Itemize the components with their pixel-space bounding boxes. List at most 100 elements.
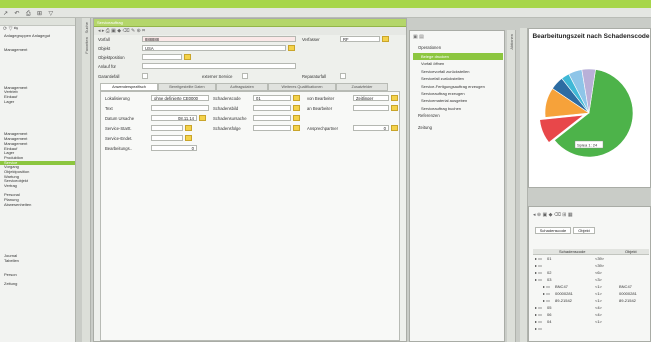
expand-toggle-icon[interactable]: ▸ ▭ [543,291,550,297]
filter-schadenscode-button[interactable]: Schadenscode [535,227,571,234]
von-bearbeiter-lookup-button[interactable] [391,95,398,101]
row-count: <6> [595,270,602,275]
vorfall-field[interactable]: 888888 [142,36,296,42]
anlauf-field[interactable] [142,63,296,69]
reparaturfall-checkbox[interactable] [340,73,346,79]
service-ende-field[interactable] [151,135,183,141]
table-row[interactable]: ▸ ▭ 00000281 <1> 00000281 [533,291,649,297]
expand-toggle-icon[interactable]: ▸ ▭ [535,256,542,262]
table-row[interactable]: ▸ ▭ 05 <4> [533,305,649,311]
operation-item[interactable]: Servicematerial ausgeben [413,97,503,104]
schadensursache-field[interactable] [253,115,291,121]
expand-toggle-icon[interactable]: ▸ ▭ [535,277,542,283]
grid-icon[interactable]: ⊞ [37,10,42,17]
verfasser-field[interactable]: RF [340,36,380,42]
objekt-label: Objekt [98,46,111,51]
expand-toggle-icon[interactable]: ▸ ▭ [535,326,542,332]
objekt-lookup-button[interactable] [288,45,295,51]
zeitung-header[interactable]: Zeitung [413,125,432,130]
schadensfolge-field[interactable] [253,125,291,131]
schadenscode-field[interactable]: 01 [253,95,291,101]
schadensfolge-lookup-button[interactable] [293,125,300,131]
ansprechpartner-lookup-button[interactable] [391,125,398,131]
vorfall-label: Vorfall [98,37,110,42]
von-bearbeiter-label: von Bearbeiter [307,96,335,101]
navigation-tools[interactable]: ⟳ ▽ ⇆ [0,26,75,34]
operation-item[interactable]: Vorfall öffnen [413,60,503,67]
table-row[interactable]: ▸ ▭ <39> [533,263,649,269]
undo-icon[interactable]: ↶ [14,10,19,17]
verfasser-label: Verfasser [302,37,320,42]
expand-toggle-icon[interactable]: ▸ ▭ [535,270,542,276]
operation-item[interactable]: Servicefall zurückstellen [413,75,503,82]
operation-item[interactable]: Belege drucken [413,53,503,60]
objektposition-field[interactable] [142,54,182,60]
column-header-schadenscode[interactable]: Schadenscode [559,249,585,255]
tab-auftragsdaten[interactable]: Auftragsdaten [216,83,268,91]
filter-icon[interactable]: ▽ [48,10,53,17]
expand-toggle-icon[interactable]: ▸ ▭ [535,305,542,311]
tab-anwenderspezifisch[interactable]: Anwenderspezifisch [100,83,158,91]
operations-panel-toolbar[interactable]: ▣ ▤ [413,34,424,40]
schadensbild-lookup-button[interactable] [293,105,300,111]
text-field[interactable] [151,105,209,111]
lokalisierung-field[interactable]: ohne definierte CE0000 [151,95,209,101]
table-row[interactable]: ▸ ▭ BNC47 <1> BNC47 [533,284,649,290]
window-toolbar[interactable]: ◂ ▸ ⎙ ▣ ◆ ⌫ ✎ ⊕ ⌗ [94,27,406,35]
expand-toggle-icon[interactable]: ▸ ▭ [543,298,550,304]
expand-toggle-icon[interactable]: ▸ ▭ [535,263,542,269]
operation-item[interactable]: Serviceauftrag erzeugen [413,90,503,97]
navigation-item[interactable]: Zeitung [0,282,75,287]
operation-item[interactable]: Service-Fertigungsauftrag erzeugen [413,83,503,90]
schadensbild-field[interactable] [253,105,291,111]
table-row[interactable]: ▸ ▭ [533,326,649,332]
filter-objekt-button[interactable]: Objekt [573,227,595,234]
table-row[interactable]: ▸ ▭ 89-21542 <1> 89-21542 [533,298,649,304]
row-name: 89-21542 [555,298,572,303]
table-row[interactable]: ▸ ▭ 06 <4> [533,312,649,318]
vertical-tab-favorites[interactable]: Favoriten [84,37,89,54]
service-ende-picker-button[interactable] [185,135,192,141]
tab-weiteres-qualifikationen[interactable]: Weiteres Qualifikationen [268,83,336,91]
pie-chart: Spiea 1: 24 [539,68,634,158]
row-count: <1> [595,298,602,303]
objekt-field[interactable]: USA [142,45,286,51]
arrow-icon[interactable]: ↗ [3,10,8,17]
tab-bereitgestellte-daten[interactable]: Bereitgestellte Daten [158,83,216,91]
tab-zusatzfelder[interactable]: Zusatzfelder [336,83,388,91]
table-row[interactable]: ▸ ▭ 03 <3> [533,277,649,283]
table-row[interactable]: ▸ ▭ 01 <39> [533,256,649,262]
expand-toggle-icon[interactable]: ▸ ▭ [535,319,542,325]
table-toolbar[interactable]: ◂ ⊕ ▣ ◆ ⌫ ⊞ ▦ [533,212,573,218]
ansprechpartner-field[interactable]: 0 [353,125,389,131]
operation-item[interactable]: Servicevorfall zurückstellen [413,68,503,75]
table-row[interactable]: ▸ ▭ 04 <1> [533,319,649,325]
column-header-objekt[interactable]: Objekt [625,249,637,255]
referenzen-header[interactable]: Referenzen [413,113,440,118]
datum-field[interactable]: 08.11.14 [151,115,197,121]
operation-item[interactable]: Serviceauftrag buchen [413,105,503,112]
von-bearbeiter-field[interactable]: Zeitlinger [353,95,389,101]
schadensursache-lookup-button[interactable] [293,115,300,121]
objektposition-lookup-button[interactable] [184,54,191,60]
right-vertical-tab-strip: Aktionen [507,30,516,342]
verfasser-lookup-button[interactable] [382,36,389,42]
expand-toggle-icon[interactable]: ▸ ▭ [535,312,542,318]
row-count: <1> [595,284,602,289]
ansprechpartner-label: Ansprechpartner [307,126,338,131]
vertical-tab-search[interactable]: Suche [84,22,89,33]
bearbeitung-field[interactable]: 0 [151,145,197,151]
an-bearbeiter-field[interactable] [353,105,389,111]
expand-toggle-icon[interactable]: ▸ ▭ [543,284,550,290]
vertical-tab-aktionen[interactable]: Aktionen [509,34,514,50]
service-start-field[interactable] [151,125,183,131]
garantiefall-checkbox[interactable] [142,73,148,79]
service-start-picker-button[interactable] [185,125,192,131]
operationen-header[interactable]: Operationen [413,45,441,50]
print-icon[interactable]: ⎙ [26,11,31,18]
table-row[interactable]: ▸ ▭ 02 <6> [533,270,649,276]
an-bearbeiter-lookup-button[interactable] [391,105,398,111]
externer-service-checkbox[interactable] [242,73,248,79]
schadenscode-lookup-button[interactable] [293,95,300,101]
datum-picker-button[interactable] [199,115,206,121]
